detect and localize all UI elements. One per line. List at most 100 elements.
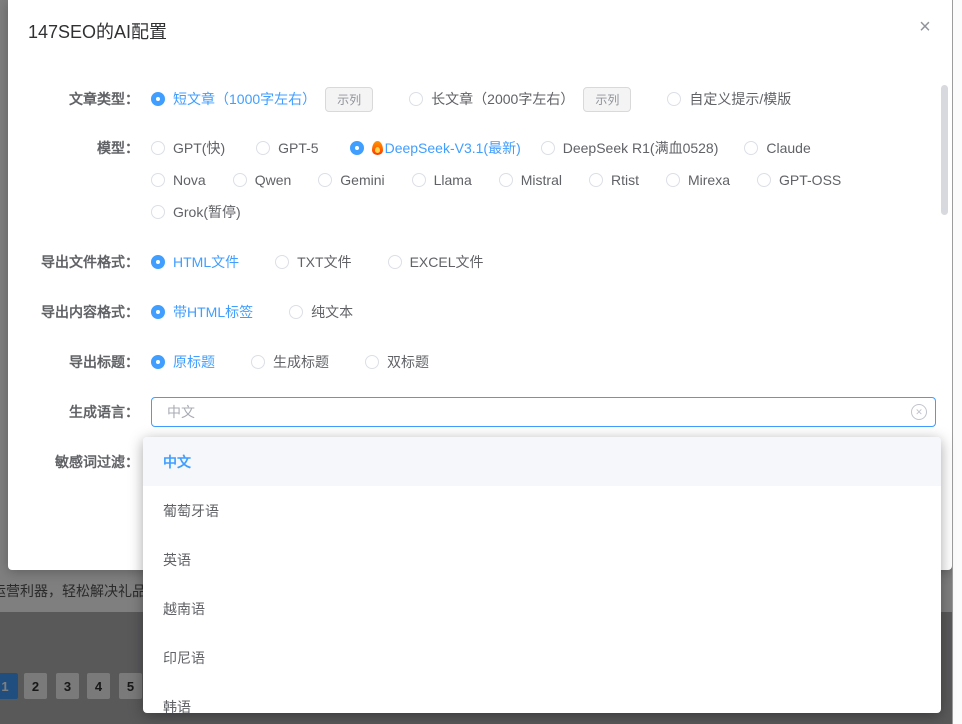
radio-option-deepseek-v31[interactable]: DeepSeek-V3.1(最新): [350, 138, 521, 158]
option-label: DeepSeek R1(满血0528): [563, 138, 719, 158]
radio-icon[interactable]: [151, 173, 165, 187]
dropdown-item-chinese[interactable]: 中文: [143, 437, 941, 486]
form-row-model-line2: Nova Qwen Gemini Llama Mistral Rtist Mir…: [28, 169, 936, 191]
option-label: 带HTML标签: [173, 302, 253, 322]
dropdown-item-vietnamese[interactable]: 越南语: [143, 584, 941, 633]
dropdown-item-indonesian[interactable]: 印尼语: [143, 633, 941, 682]
export-content-format-label: 导出内容格式：: [28, 302, 139, 322]
dialog-scrollbar[interactable]: [941, 85, 948, 215]
radio-icon[interactable]: [256, 141, 270, 155]
radio-option-deepseek-r1[interactable]: DeepSeek R1(满血0528): [541, 138, 719, 158]
option-label: DeepSeek-V3.1(最新): [385, 138, 521, 158]
option-label: 原标题: [173, 352, 215, 372]
article-type-label: 文章类型：: [28, 89, 139, 109]
export-title-label: 导出标题：: [28, 352, 139, 372]
example-button-long[interactable]: 示列: [583, 87, 631, 112]
language-select[interactable]: ✕: [151, 397, 936, 427]
option-label: Mistral: [521, 172, 562, 188]
radio-option-llama[interactable]: Llama: [412, 172, 472, 188]
radio-option-custom-template[interactable]: 自定义提示/模版: [667, 89, 791, 109]
radio-icon[interactable]: [499, 173, 513, 187]
dialog-title: 147SEO的AI配置: [28, 18, 167, 44]
option-label: 纯文本: [311, 302, 353, 322]
radio-icon[interactable]: [667, 92, 681, 106]
radio-option-original-title[interactable]: 原标题: [151, 352, 215, 372]
option-label: 自定义提示/模版: [689, 89, 791, 109]
radio-icon[interactable]: [388, 255, 402, 269]
radio-icon[interactable]: [151, 255, 165, 269]
model-label: 模型：: [28, 138, 139, 158]
dropdown-item-portuguese[interactable]: 葡萄牙语: [143, 486, 941, 535]
language-label: 生成语言：: [28, 397, 139, 427]
dropdown-item-korean[interactable]: 韩语: [143, 682, 941, 713]
circle-close-icon[interactable]: ✕: [911, 404, 927, 420]
radio-icon[interactable]: [151, 141, 165, 155]
option-label: GPT-5: [278, 140, 318, 156]
option-label: HTML文件: [173, 252, 239, 272]
radio-icon[interactable]: [289, 305, 303, 319]
option-label: Grok(暂停): [173, 202, 241, 222]
form-row-article-type: 文章类型： 短文章（1000字左右） 示列 长文章（2000字左右） 示列 自定…: [28, 88, 936, 110]
radio-option-rtist[interactable]: Rtist: [589, 172, 639, 188]
option-label: 长文章（2000字左右）: [431, 89, 574, 109]
radio-option-nova[interactable]: Nova: [151, 172, 206, 188]
radio-option-html-file[interactable]: HTML文件: [151, 252, 239, 272]
radio-icon[interactable]: [350, 141, 364, 155]
radio-option-long-article[interactable]: 长文章（2000字左右）: [409, 89, 574, 109]
option-label: Llama: [434, 172, 472, 188]
radio-option-gpt5[interactable]: GPT-5: [256, 140, 318, 156]
radio-option-with-html-tags[interactable]: 带HTML标签: [151, 302, 253, 322]
radio-icon[interactable]: [409, 92, 423, 106]
language-input[interactable]: [151, 397, 936, 427]
fire-icon: [372, 141, 383, 155]
radio-option-gpt-oss[interactable]: GPT-OSS: [757, 172, 841, 188]
radio-icon[interactable]: [541, 141, 555, 155]
radio-icon[interactable]: [666, 173, 680, 187]
option-label: Mirexa: [688, 172, 730, 188]
radio-icon[interactable]: [412, 173, 426, 187]
radio-option-short-article[interactable]: 短文章（1000字左右）: [151, 89, 316, 109]
radio-icon[interactable]: [151, 355, 165, 369]
radio-option-excel-file[interactable]: EXCEL文件: [388, 252, 484, 272]
form-row-model-line1: 模型： GPT(快) GPT-5 DeepSeek-V3.1(最新) DeepS…: [28, 137, 936, 159]
radio-icon[interactable]: [151, 92, 165, 106]
example-button-short[interactable]: 示列: [325, 87, 373, 112]
dropdown-item-english[interactable]: 英语: [143, 535, 941, 584]
radio-icon[interactable]: [318, 173, 332, 187]
radio-icon[interactable]: [744, 141, 758, 155]
form-row-model-line3: Grok(暂停): [28, 201, 936, 223]
option-label: 生成标题: [273, 352, 329, 372]
radio-option-mirexa[interactable]: Mirexa: [666, 172, 730, 188]
radio-icon[interactable]: [233, 173, 247, 187]
radio-option-grok[interactable]: Grok(暂停): [151, 202, 241, 222]
radio-option-mistral[interactable]: Mistral: [499, 172, 562, 188]
radio-option-gpt-fast[interactable]: GPT(快): [151, 138, 225, 158]
radio-icon[interactable]: [365, 355, 379, 369]
radio-icon[interactable]: [251, 355, 265, 369]
option-label: Qwen: [255, 172, 292, 188]
radio-icon[interactable]: [151, 305, 165, 319]
radio-icon[interactable]: [275, 255, 289, 269]
option-label: Nova: [173, 172, 206, 188]
radio-icon[interactable]: [589, 173, 603, 187]
form-row-language: 生成语言： ✕: [28, 397, 936, 427]
option-label: GPT-OSS: [779, 172, 841, 188]
radio-icon[interactable]: [757, 173, 771, 187]
close-icon[interactable]: ×: [914, 16, 936, 38]
form-row-export-file-format: 导出文件格式： HTML文件 TXT文件 EXCEL文件: [28, 251, 936, 273]
option-label: TXT文件: [297, 252, 351, 272]
option-label: EXCEL文件: [410, 252, 484, 272]
radio-option-gemini[interactable]: Gemini: [318, 172, 384, 188]
radio-option-txt-file[interactable]: TXT文件: [275, 252, 351, 272]
radio-option-generated-title[interactable]: 生成标题: [251, 352, 329, 372]
radio-option-double-title[interactable]: 双标题: [365, 352, 429, 372]
radio-option-claude[interactable]: Claude: [744, 140, 810, 156]
radio-option-plain-text[interactable]: 纯文本: [289, 302, 353, 322]
option-label: Rtist: [611, 172, 639, 188]
browser-scrollbar[interactable]: [952, 0, 962, 724]
radio-icon[interactable]: [151, 205, 165, 219]
option-label: 短文章（1000字左右）: [173, 89, 316, 109]
option-label: GPT(快): [173, 138, 225, 158]
radio-option-qwen[interactable]: Qwen: [233, 172, 292, 188]
option-label: 双标题: [387, 352, 429, 372]
